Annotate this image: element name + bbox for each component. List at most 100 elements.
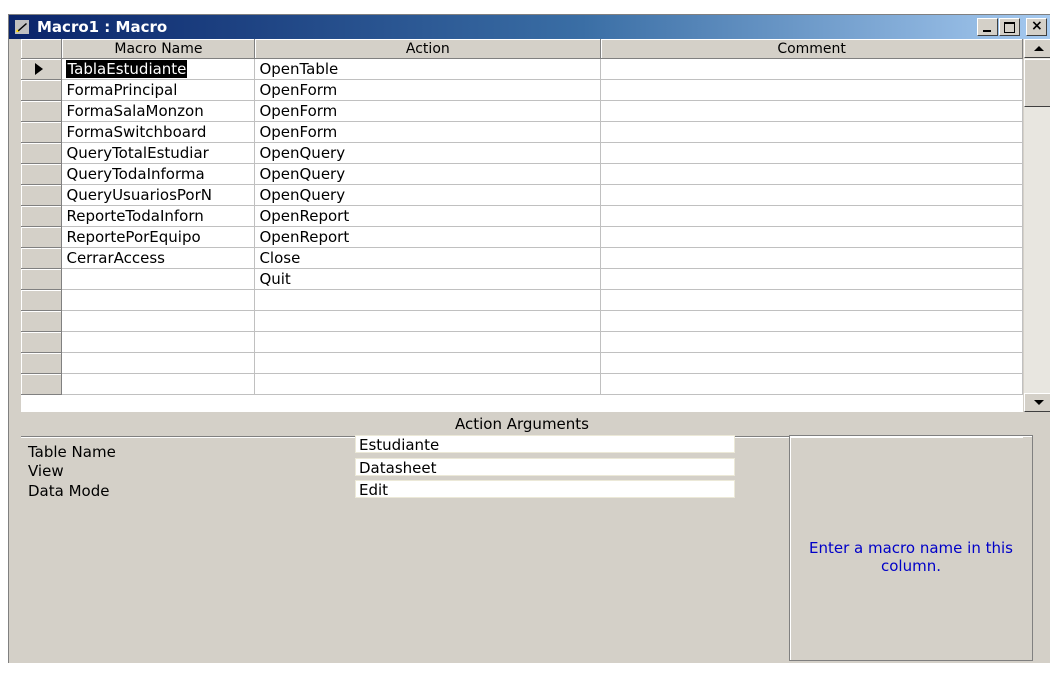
macro-name-cell[interactable]: [61, 331, 256, 353]
macro-name-cell[interactable]: [61, 289, 256, 311]
maximize-icon[interactable]: [999, 18, 1020, 36]
macro-name-cell[interactable]: QueryTotalEstudiar: [61, 142, 256, 164]
table-row: QueryTotalEstudiar OpenQuery: [21, 142, 1023, 164]
row-selector[interactable]: [21, 268, 63, 290]
comment-cell[interactable]: [600, 268, 1023, 290]
comment-cell[interactable]: [600, 352, 1023, 374]
table-row: [21, 373, 1023, 395]
row-selector[interactable]: [21, 58, 63, 80]
action-cell[interactable]: OpenReport: [254, 205, 602, 227]
macro-name-cell[interactable]: FormaPrincipal: [61, 79, 256, 101]
view-field[interactable]: Datasheet: [355, 458, 735, 477]
window-title: Macro1 : Macro: [37, 18, 168, 36]
comment-cell[interactable]: [600, 226, 1023, 248]
row-selector[interactable]: [21, 184, 63, 206]
row-selector[interactable]: [21, 247, 63, 269]
macro-name-cell[interactable]: [61, 373, 256, 395]
row-selector[interactable]: [21, 289, 63, 311]
title-bar[interactable]: Macro1 : Macro ×: [9, 15, 1050, 39]
current-row-arrow-icon: [35, 63, 43, 75]
comment-cell[interactable]: [600, 79, 1023, 101]
action-cell[interactable]: [254, 373, 602, 395]
action-cell[interactable]: OpenReport: [254, 226, 602, 248]
comment-cell[interactable]: [600, 331, 1023, 353]
action-cell[interactable]: OpenQuery: [254, 184, 602, 206]
action-cell[interactable]: OpenQuery: [254, 163, 602, 185]
macro-icon: [15, 20, 29, 34]
row-selector-header[interactable]: [21, 39, 63, 59]
row-selector[interactable]: [21, 79, 63, 101]
help-panel: Enter a macro name in this column.: [789, 435, 1033, 661]
action-cell[interactable]: OpenTable: [254, 58, 602, 80]
macro-name-cell[interactable]: TablaEstudiante: [61, 58, 256, 80]
table-row: QueryTodaInforma OpenQuery: [21, 163, 1023, 185]
comment-cell[interactable]: [600, 121, 1023, 143]
macro-name-cell[interactable]: CerrarAccess: [61, 247, 256, 269]
action-cell[interactable]: [254, 331, 602, 353]
row-selector[interactable]: [21, 352, 63, 374]
comment-cell[interactable]: [600, 58, 1023, 80]
action-cell[interactable]: Close: [254, 247, 602, 269]
column-header-macro-name[interactable]: Macro Name: [61, 39, 256, 59]
arrow-up-icon: [1034, 46, 1044, 51]
macro-name-cell[interactable]: FormaSalaMonzon: [61, 100, 256, 122]
row-selector[interactable]: [21, 100, 63, 122]
comment-cell[interactable]: [600, 310, 1023, 332]
action-cell[interactable]: OpenForm: [254, 121, 602, 143]
table-row: ReporteTodaInforn OpenReport: [21, 205, 1023, 227]
macro-name-cell[interactable]: [61, 310, 256, 332]
row-selector[interactable]: [21, 310, 63, 332]
row-selector[interactable]: [21, 226, 63, 248]
table-name-field[interactable]: Estudiante: [355, 435, 735, 454]
row-selector[interactable]: [21, 373, 63, 395]
column-header-comment[interactable]: Comment: [600, 39, 1023, 59]
action-cell[interactable]: [254, 310, 602, 332]
macro-name-text: TablaEstudiante: [66, 60, 188, 78]
comment-cell[interactable]: [600, 205, 1023, 227]
minimize-icon[interactable]: [977, 18, 998, 36]
comment-cell[interactable]: [600, 142, 1023, 164]
comment-cell[interactable]: [600, 373, 1023, 395]
comment-cell[interactable]: [600, 184, 1023, 206]
comment-cell[interactable]: [600, 247, 1023, 269]
row-selector[interactable]: [21, 205, 63, 227]
help-text: Enter a macro name in this column.: [809, 539, 1013, 575]
action-cell[interactable]: OpenQuery: [254, 142, 602, 164]
row-selector[interactable]: [21, 121, 63, 143]
view-label: View: [28, 462, 64, 480]
macro-name-cell[interactable]: ReportePorEquipo: [61, 226, 256, 248]
action-cell[interactable]: OpenForm: [254, 100, 602, 122]
close-icon[interactable]: ×: [1026, 18, 1047, 36]
data-mode-label: Data Mode: [28, 482, 110, 500]
table-name-label: Table Name: [28, 443, 116, 461]
table-row: [21, 331, 1023, 353]
table-row: TablaEstudiante OpenTable: [21, 58, 1023, 80]
table-row: Quit: [21, 268, 1023, 290]
scroll-thumb[interactable]: [1024, 59, 1050, 107]
row-selector[interactable]: [21, 142, 63, 164]
macro-name-cell[interactable]: QueryUsuariosPorN: [61, 184, 256, 206]
macro-name-cell[interactable]: FormaSwitchboard: [61, 121, 256, 143]
table-row: QueryUsuariosPorN OpenQuery: [21, 184, 1023, 206]
macro-name-cell[interactable]: QueryTodaInforma: [61, 163, 256, 185]
action-cell[interactable]: [254, 289, 602, 311]
action-cell[interactable]: OpenForm: [254, 79, 602, 101]
comment-cell[interactable]: [600, 289, 1023, 311]
table-row: FormaSalaMonzon OpenForm: [21, 100, 1023, 122]
column-header-action[interactable]: Action: [254, 39, 602, 59]
vertical-scrollbar[interactable]: [1024, 39, 1050, 412]
table-row: [21, 310, 1023, 332]
table-row: CerrarAccess Close: [21, 247, 1023, 269]
macro-name-cell[interactable]: [61, 352, 256, 374]
action-cell[interactable]: Quit: [254, 268, 602, 290]
macro-name-cell[interactable]: [61, 268, 256, 290]
scroll-up-button[interactable]: [1024, 39, 1050, 58]
scroll-down-button[interactable]: [1024, 393, 1050, 412]
data-mode-field[interactable]: Edit: [355, 480, 735, 499]
comment-cell[interactable]: [600, 163, 1023, 185]
row-selector[interactable]: [21, 163, 63, 185]
row-selector[interactable]: [21, 331, 63, 353]
macro-name-cell[interactable]: ReporteTodaInforn: [61, 205, 256, 227]
comment-cell[interactable]: [600, 100, 1023, 122]
action-cell[interactable]: [254, 352, 602, 374]
